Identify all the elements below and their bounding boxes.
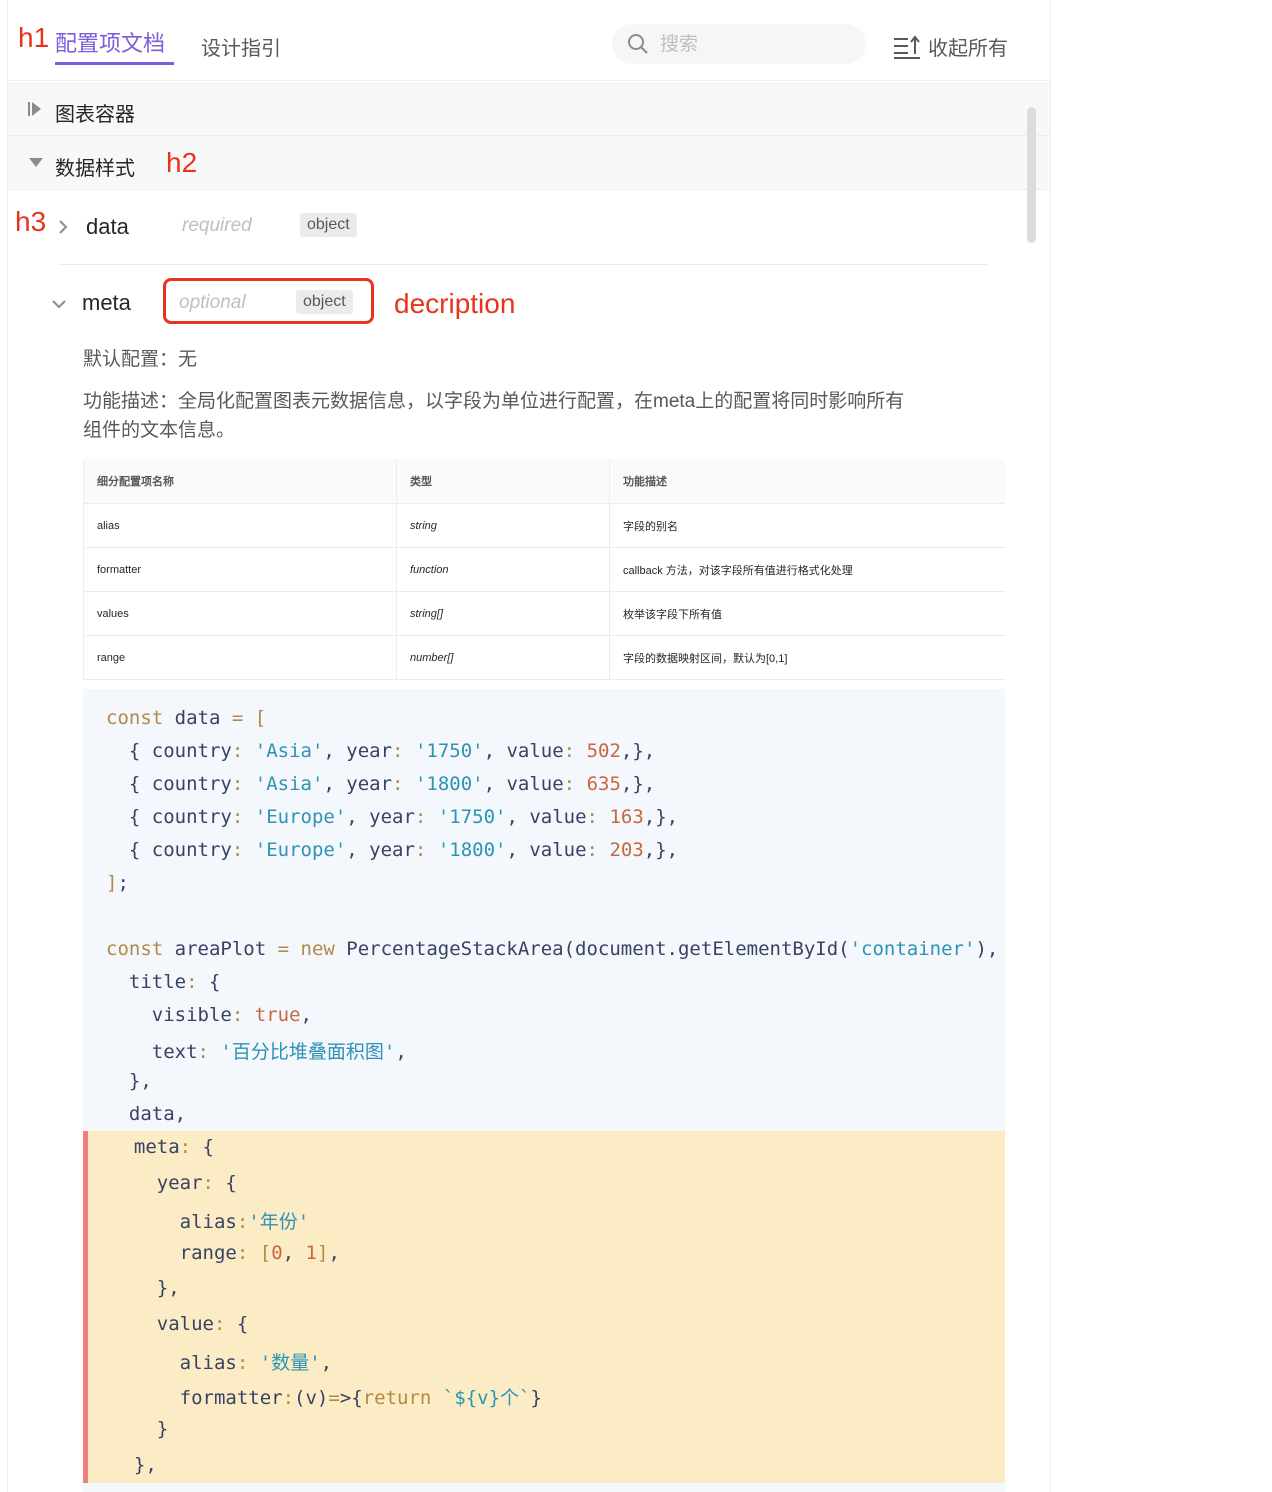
cell-desc: callback 方法，对该字段所有值进行格式化处理	[609, 547, 1005, 592]
prop-data-type-tag: object	[300, 213, 357, 237]
code-line: { country: 'Europe', year: '1750', value…	[106, 806, 679, 828]
scrollbar-thumb[interactable]	[1027, 107, 1036, 243]
caret-down-icon	[29, 158, 43, 167]
code-block[interactable]: const data = [ { country: 'Asia', year: …	[83, 689, 1005, 1492]
active-tab-underline	[55, 62, 174, 65]
code-line: }	[111, 1418, 169, 1440]
section-data-style[interactable]: 数据样式 h2	[8, 136, 1050, 190]
code-line: data,	[106, 1103, 187, 1125]
search-icon	[628, 34, 648, 54]
table-header-name: 细分配置项名称	[83, 459, 397, 504]
code-line: visible: true,	[106, 1004, 312, 1026]
header-bar: h1 配置项文档 设计指引 收起所有	[8, 0, 1050, 81]
code-line: title: {	[106, 971, 221, 993]
code-line: { country: 'Asia', year: '1750', value: …	[106, 740, 656, 762]
code-line: },	[106, 1070, 152, 1092]
cell-desc: 枚举该字段下所有值	[609, 591, 1005, 636]
table-row: range number[] 字段的数据映射区间，默认为[0,1]	[83, 635, 1005, 680]
code-line: ];	[106, 872, 129, 894]
function-desc-line-1: 功能描述：全局化配置图表元数据信息，以字段为单位进行配置，在meta上的配置将同…	[83, 391, 905, 412]
cell-type: string[]	[396, 591, 610, 636]
chevron-down-icon[interactable]	[51, 298, 67, 310]
cell-type: function	[396, 547, 610, 592]
cell-type: string	[396, 503, 610, 548]
code-line: },	[111, 1277, 180, 1299]
code-line: { country: 'Asia', year: '1800', value: …	[106, 773, 656, 795]
code-line: alias: '数量',	[111, 1352, 333, 1374]
cell-name: values	[83, 591, 397, 636]
section-label: 数据样式	[55, 158, 135, 180]
cell-type: number[]	[396, 635, 610, 680]
code-line: text: '百分比堆叠面积图',	[106, 1041, 407, 1063]
tab-design-guide[interactable]: 设计指引	[201, 32, 281, 61]
chevron-right-icon[interactable]	[57, 219, 69, 235]
tab-config-docs[interactable]: 配置项文档	[55, 26, 165, 58]
table-row: values string[] 枚举该字段下所有值	[83, 591, 1005, 636]
code-line: { country: 'Europe', year: '1800', value…	[106, 839, 679, 861]
default-config-text: 默认配置：无	[83, 349, 198, 370]
table-header-row: 细分配置项名称 类型 功能描述	[83, 459, 1005, 504]
code-line: const data = [	[106, 707, 267, 729]
code-line: range: [0, 1],	[111, 1242, 340, 1264]
prop-data-name[interactable]: data	[86, 214, 129, 240]
code-line: formatter:(v)=>{return `${v}个`}	[111, 1387, 542, 1409]
annotation-description: decription	[394, 288, 516, 319]
prop-meta-name[interactable]: meta	[82, 290, 131, 316]
collapse-all-label: 收起所有	[928, 38, 1008, 60]
search-input[interactable]	[658, 30, 852, 60]
prop-data-flag: required	[182, 215, 252, 236]
table-header-type: 类型	[396, 459, 610, 504]
code-line: const areaPlot = new PercentageStackArea…	[106, 938, 999, 960]
code-line: alias:'年份'	[111, 1211, 310, 1233]
divider	[58, 264, 988, 265]
table-header-desc: 功能描述	[609, 459, 1005, 504]
annotation-box	[163, 278, 374, 324]
cell-name: alias	[83, 503, 397, 548]
code-line: value: {	[111, 1313, 249, 1335]
code-line: meta: {	[111, 1136, 214, 1158]
code-line: },	[111, 1454, 157, 1476]
annotation-h1: h1	[18, 22, 50, 53]
code-line: year: {	[111, 1172, 237, 1194]
search-box[interactable]	[612, 24, 866, 64]
cell-desc: 字段的数据映射区间，默认为[0,1]	[609, 635, 1005, 680]
page-background	[1050, 0, 1272, 1492]
cell-desc: 字段的别名	[609, 503, 1005, 548]
cell-name: formatter	[83, 547, 397, 592]
doc-panel: h1 配置项文档 设计指引 收起所有	[8, 0, 1050, 1492]
caret-right-icon	[28, 102, 41, 116]
annotation-h3: h3	[15, 206, 47, 237]
config-table: 细分配置项名称 类型 功能描述 alias string 字段的别名 forma…	[83, 459, 1005, 680]
collapse-all-button[interactable]: 收起所有	[892, 32, 1008, 61]
section-label: 图表容器	[55, 104, 135, 126]
function-desc-line-2: 组件的文本信息。	[83, 420, 236, 441]
section-chart-container[interactable]: 图表容器	[8, 82, 1050, 136]
table-row: formatter function callback 方法，对该字段所有值进行…	[83, 547, 1005, 592]
table-row: alias string 字段的别名	[83, 503, 1005, 548]
cell-name: range	[83, 635, 397, 680]
collapse-all-icon	[894, 34, 920, 59]
annotation-h2: h2	[166, 147, 198, 178]
